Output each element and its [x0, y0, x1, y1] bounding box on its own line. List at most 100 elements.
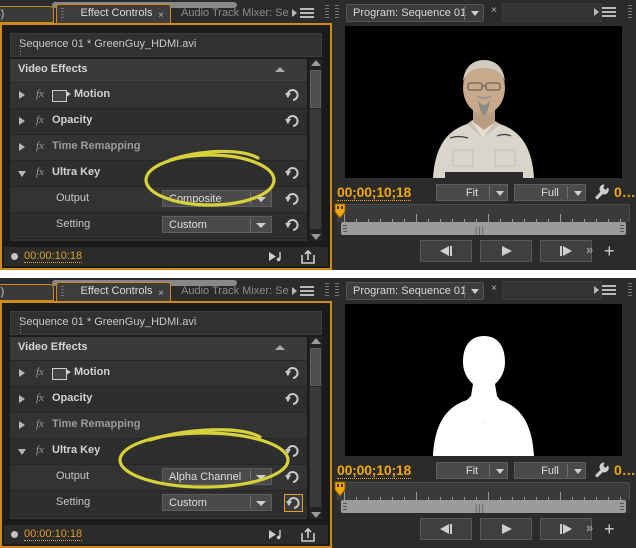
- overflow-chevrons-icon[interactable]: »: [586, 242, 593, 257]
- effect-row-time-remapping-bottom[interactable]: fx Time Remapping: [10, 413, 307, 439]
- scroll-down-icon[interactable]: [311, 234, 321, 240]
- play-button-bottom[interactable]: [480, 518, 532, 540]
- chevron-right-icon[interactable]: [19, 117, 25, 125]
- chevron-up-icon[interactable]: [275, 345, 285, 350]
- scrollbar-thumb[interactable]: [310, 70, 321, 108]
- reset-icon[interactable]: [284, 165, 301, 181]
- property-row-output-bottom[interactable]: Output Alpha Channel: [10, 465, 307, 491]
- export-frame-icon[interactable]: [300, 527, 316, 547]
- add-button-icon[interactable]: +: [604, 520, 615, 538]
- reset-icon[interactable]: [284, 365, 301, 381]
- panel-menu-icon-bottom[interactable]: [292, 284, 314, 298]
- effect-row-ultra-key-top[interactable]: fx Ultra Key: [10, 161, 307, 187]
- marker-icon[interactable]: [11, 253, 18, 260]
- play-audio-icon[interactable]: [268, 250, 286, 268]
- chevron-right-icon[interactable]: [19, 369, 25, 377]
- tab-partial-left-top[interactable]: ps): [0, 6, 54, 23]
- quality-dropdown-top[interactable]: Full: [514, 184, 586, 201]
- output-dropdown-top[interactable]: Composite: [162, 190, 272, 207]
- tab-program-sequence-top[interactable]: Program: Sequence 01: [346, 4, 484, 22]
- chevron-down-icon[interactable]: [18, 449, 26, 455]
- effect-row-motion-bottom[interactable]: fx Motion: [10, 361, 307, 387]
- chevron-down-icon[interactable]: [18, 171, 26, 177]
- program-monitor-video-composite[interactable]: [345, 26, 622, 178]
- add-button-icon[interactable]: +: [604, 242, 615, 260]
- setting-dropdown-top[interactable]: Custom: [162, 216, 272, 233]
- playhead-marker-top[interactable]: [334, 202, 346, 222]
- effect-row-time-remapping-top[interactable]: fx Time Remapping: [10, 135, 307, 161]
- effects-vertical-scrollbar-top[interactable]: [309, 59, 322, 241]
- effect-row-ultra-key-bottom[interactable]: fx Ultra Key: [10, 439, 307, 465]
- step-back-button-bottom[interactable]: [420, 518, 472, 540]
- playhead-marker-bottom[interactable]: [334, 480, 346, 500]
- step-forward-button-top[interactable]: [540, 240, 592, 262]
- tab-program-sequence-bottom[interactable]: Program: Sequence 01: [346, 282, 484, 300]
- tab-effect-controls-top[interactable]: Effect Controls ×: [56, 4, 171, 23]
- video-effects-section-header-top[interactable]: Video Effects: [10, 59, 307, 83]
- overflow-chevrons-icon[interactable]: »: [586, 520, 593, 535]
- quality-dropdown-bottom[interactable]: Full: [514, 462, 586, 479]
- video-effects-section-header-bottom[interactable]: Video Effects: [10, 337, 307, 361]
- program-monitor-timecode[interactable]: 00;00;10;18: [337, 462, 411, 479]
- effect-row-motion-top[interactable]: fx Motion: [10, 83, 307, 109]
- panel-drag-handle[interactable]: [335, 283, 339, 297]
- property-row-setting-top[interactable]: Setting Custom: [10, 213, 307, 239]
- zoom-handle-left-icon[interactable]: [343, 225, 347, 232]
- step-back-button-top[interactable]: [420, 240, 472, 262]
- close-icon[interactable]: ×: [491, 5, 497, 16]
- wrench-icon[interactable]: [592, 183, 610, 202]
- play-button-top[interactable]: [480, 240, 532, 262]
- marker-icon[interactable]: [11, 531, 18, 538]
- program-monitor-timecode[interactable]: 00;00;10;18: [337, 184, 411, 201]
- property-row-output-top[interactable]: Output Composite: [10, 187, 307, 213]
- reset-icon[interactable]: [284, 217, 301, 233]
- effect-row-opacity-top[interactable]: fx Opacity: [10, 109, 307, 135]
- output-dropdown-bottom[interactable]: Alpha Channel: [162, 468, 272, 485]
- reset-icon[interactable]: [284, 443, 301, 459]
- fit-dropdown-top[interactable]: Fit: [436, 184, 508, 201]
- panel-menu-icon[interactable]: [594, 283, 616, 297]
- close-icon[interactable]: ×: [491, 283, 497, 294]
- tab-effect-controls-bottom[interactable]: Effect Controls ×: [56, 282, 171, 301]
- setting-dropdown-bottom[interactable]: Custom: [162, 494, 272, 511]
- chevron-right-icon[interactable]: [19, 395, 25, 403]
- panel-drag-handle[interactable]: [335, 5, 339, 19]
- scroll-down-icon[interactable]: [311, 512, 321, 518]
- chevron-down-icon[interactable]: [471, 11, 479, 16]
- chevron-right-icon[interactable]: [19, 143, 25, 151]
- program-monitor-zoom-scrollbar-top[interactable]: |||: [337, 222, 630, 235]
- export-frame-icon[interactable]: [300, 249, 316, 269]
- fit-dropdown-bottom[interactable]: Fit: [436, 462, 508, 479]
- step-forward-button-bottom[interactable]: [540, 518, 592, 540]
- effect-controls-timecode[interactable]: 00:00:10:18: [24, 528, 83, 541]
- property-row-key-color-bottom[interactable]: Key Color: [10, 517, 307, 519]
- scroll-up-icon[interactable]: [311, 60, 321, 66]
- tab-partial-left-bottom[interactable]: ps): [0, 284, 54, 301]
- zoom-handle-right-icon[interactable]: [620, 503, 624, 510]
- play-audio-icon[interactable]: [268, 528, 286, 546]
- panel-menu-icon-top[interactable]: [292, 6, 314, 20]
- chevron-right-icon[interactable]: [19, 91, 25, 99]
- scrollbar-thumb[interactable]: [310, 348, 321, 386]
- tab-audio-track-mixer-top[interactable]: Audio Track Mixer: Se: [175, 6, 293, 21]
- program-monitor-zoom-scrollbar-bottom[interactable]: |||: [337, 500, 630, 513]
- panel-drag-handle-top[interactable]: [325, 5, 329, 19]
- wrench-icon[interactable]: [592, 461, 610, 480]
- zoom-handle-left-icon[interactable]: [343, 503, 347, 510]
- program-monitor-video-alpha[interactable]: [345, 304, 622, 456]
- panel-drag-handle[interactable]: [628, 283, 632, 297]
- reset-icon-selected[interactable]: [284, 494, 303, 512]
- effects-vertical-scrollbar-bottom[interactable]: [309, 337, 322, 519]
- property-row-setting-bottom[interactable]: Setting Custom: [10, 491, 307, 517]
- panel-drag-handle[interactable]: [628, 5, 632, 19]
- chevron-right-icon[interactable]: [19, 421, 25, 429]
- reset-icon[interactable]: [284, 87, 301, 103]
- panel-menu-icon[interactable]: [594, 5, 616, 19]
- close-icon[interactable]: ×: [158, 285, 164, 302]
- reset-icon[interactable]: [284, 391, 301, 407]
- scroll-up-icon[interactable]: [311, 338, 321, 344]
- tab-audio-track-mixer-bottom[interactable]: Audio Track Mixer: Se: [175, 284, 293, 299]
- chevron-down-icon[interactable]: [471, 289, 479, 294]
- effect-controls-timecode[interactable]: 00:00:10:18: [24, 250, 83, 263]
- reset-icon[interactable]: [284, 191, 301, 207]
